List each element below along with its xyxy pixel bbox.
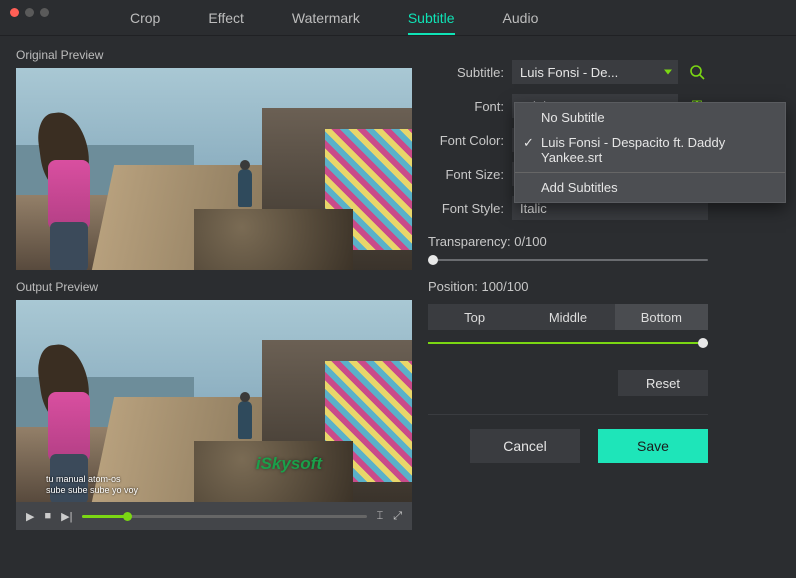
font-size-label: Font Size: (428, 167, 504, 182)
transparency-label: Transparency: 0/100 (428, 234, 708, 249)
reset-button[interactable]: Reset (618, 370, 708, 396)
expand-icon[interactable]: ⤢ (393, 510, 402, 523)
output-preview: iSkysoft tu manual atom-os sube sube sub… (16, 300, 412, 502)
font-style-label: Font Style: (428, 201, 504, 216)
dropdown-item-no-subtitle[interactable]: No Subtitle (515, 105, 785, 130)
original-preview (16, 68, 412, 270)
font-label: Font: (428, 99, 504, 114)
cancel-button[interactable]: Cancel (470, 429, 580, 463)
position-middle-button[interactable]: Middle (521, 304, 614, 330)
dropdown-separator (515, 172, 785, 173)
subtitle-label: Subtitle: (428, 65, 504, 80)
subtitle-dropdown: No Subtitle Luis Fonsi - Despacito ft. D… (514, 102, 786, 203)
watermark-text: iSkysoft (256, 454, 322, 474)
position-bottom-button[interactable]: Bottom (615, 304, 708, 330)
close-window-icon[interactable] (10, 8, 19, 17)
position-segmented: Top Middle Bottom (428, 304, 708, 330)
tab-subtitle[interactable]: Subtitle (408, 10, 455, 35)
capture-icon[interactable]: ⌶ (377, 510, 384, 523)
output-preview-label: Output Preview (16, 280, 412, 294)
dropdown-item-selected-file[interactable]: Luis Fonsi - Despacito ft. Daddy Yankee.… (515, 130, 785, 170)
player-bar: ▶ ■ ▶| ⌶ ⤢ (16, 502, 412, 530)
font-color-label: Font Color: (428, 133, 504, 148)
transparency-slider[interactable] (428, 259, 708, 261)
play-icon[interactable]: ▶ (26, 510, 34, 523)
minimize-window-icon[interactable] (25, 8, 34, 17)
position-top-button[interactable]: Top (428, 304, 521, 330)
skip-icon[interactable]: ▶| (61, 510, 72, 523)
window-controls (10, 8, 49, 17)
save-button[interactable]: Save (598, 429, 708, 463)
tab-effect[interactable]: Effect (208, 10, 244, 35)
position-label: Position: 100/100 (428, 279, 708, 294)
main-tabs: Crop Effect Watermark Subtitle Audio (0, 0, 796, 36)
progress-slider[interactable] (82, 515, 366, 518)
dropdown-item-add-subtitles[interactable]: Add Subtitles (515, 175, 785, 200)
chevron-down-icon (664, 70, 672, 75)
tab-watermark[interactable]: Watermark (292, 10, 360, 35)
maximize-window-icon[interactable] (40, 8, 49, 17)
stop-icon[interactable]: ■ (44, 510, 51, 522)
search-subtitle-icon[interactable] (686, 61, 708, 83)
tab-crop[interactable]: Crop (130, 10, 160, 35)
tab-audio[interactable]: Audio (503, 10, 539, 35)
subtitle-select[interactable]: Luis Fonsi - De... (512, 60, 678, 84)
subtitle-overlay: tu manual atom-os sube sube sube yo voy (46, 474, 138, 496)
original-preview-label: Original Preview (16, 48, 412, 62)
position-slider[interactable] (428, 342, 708, 344)
